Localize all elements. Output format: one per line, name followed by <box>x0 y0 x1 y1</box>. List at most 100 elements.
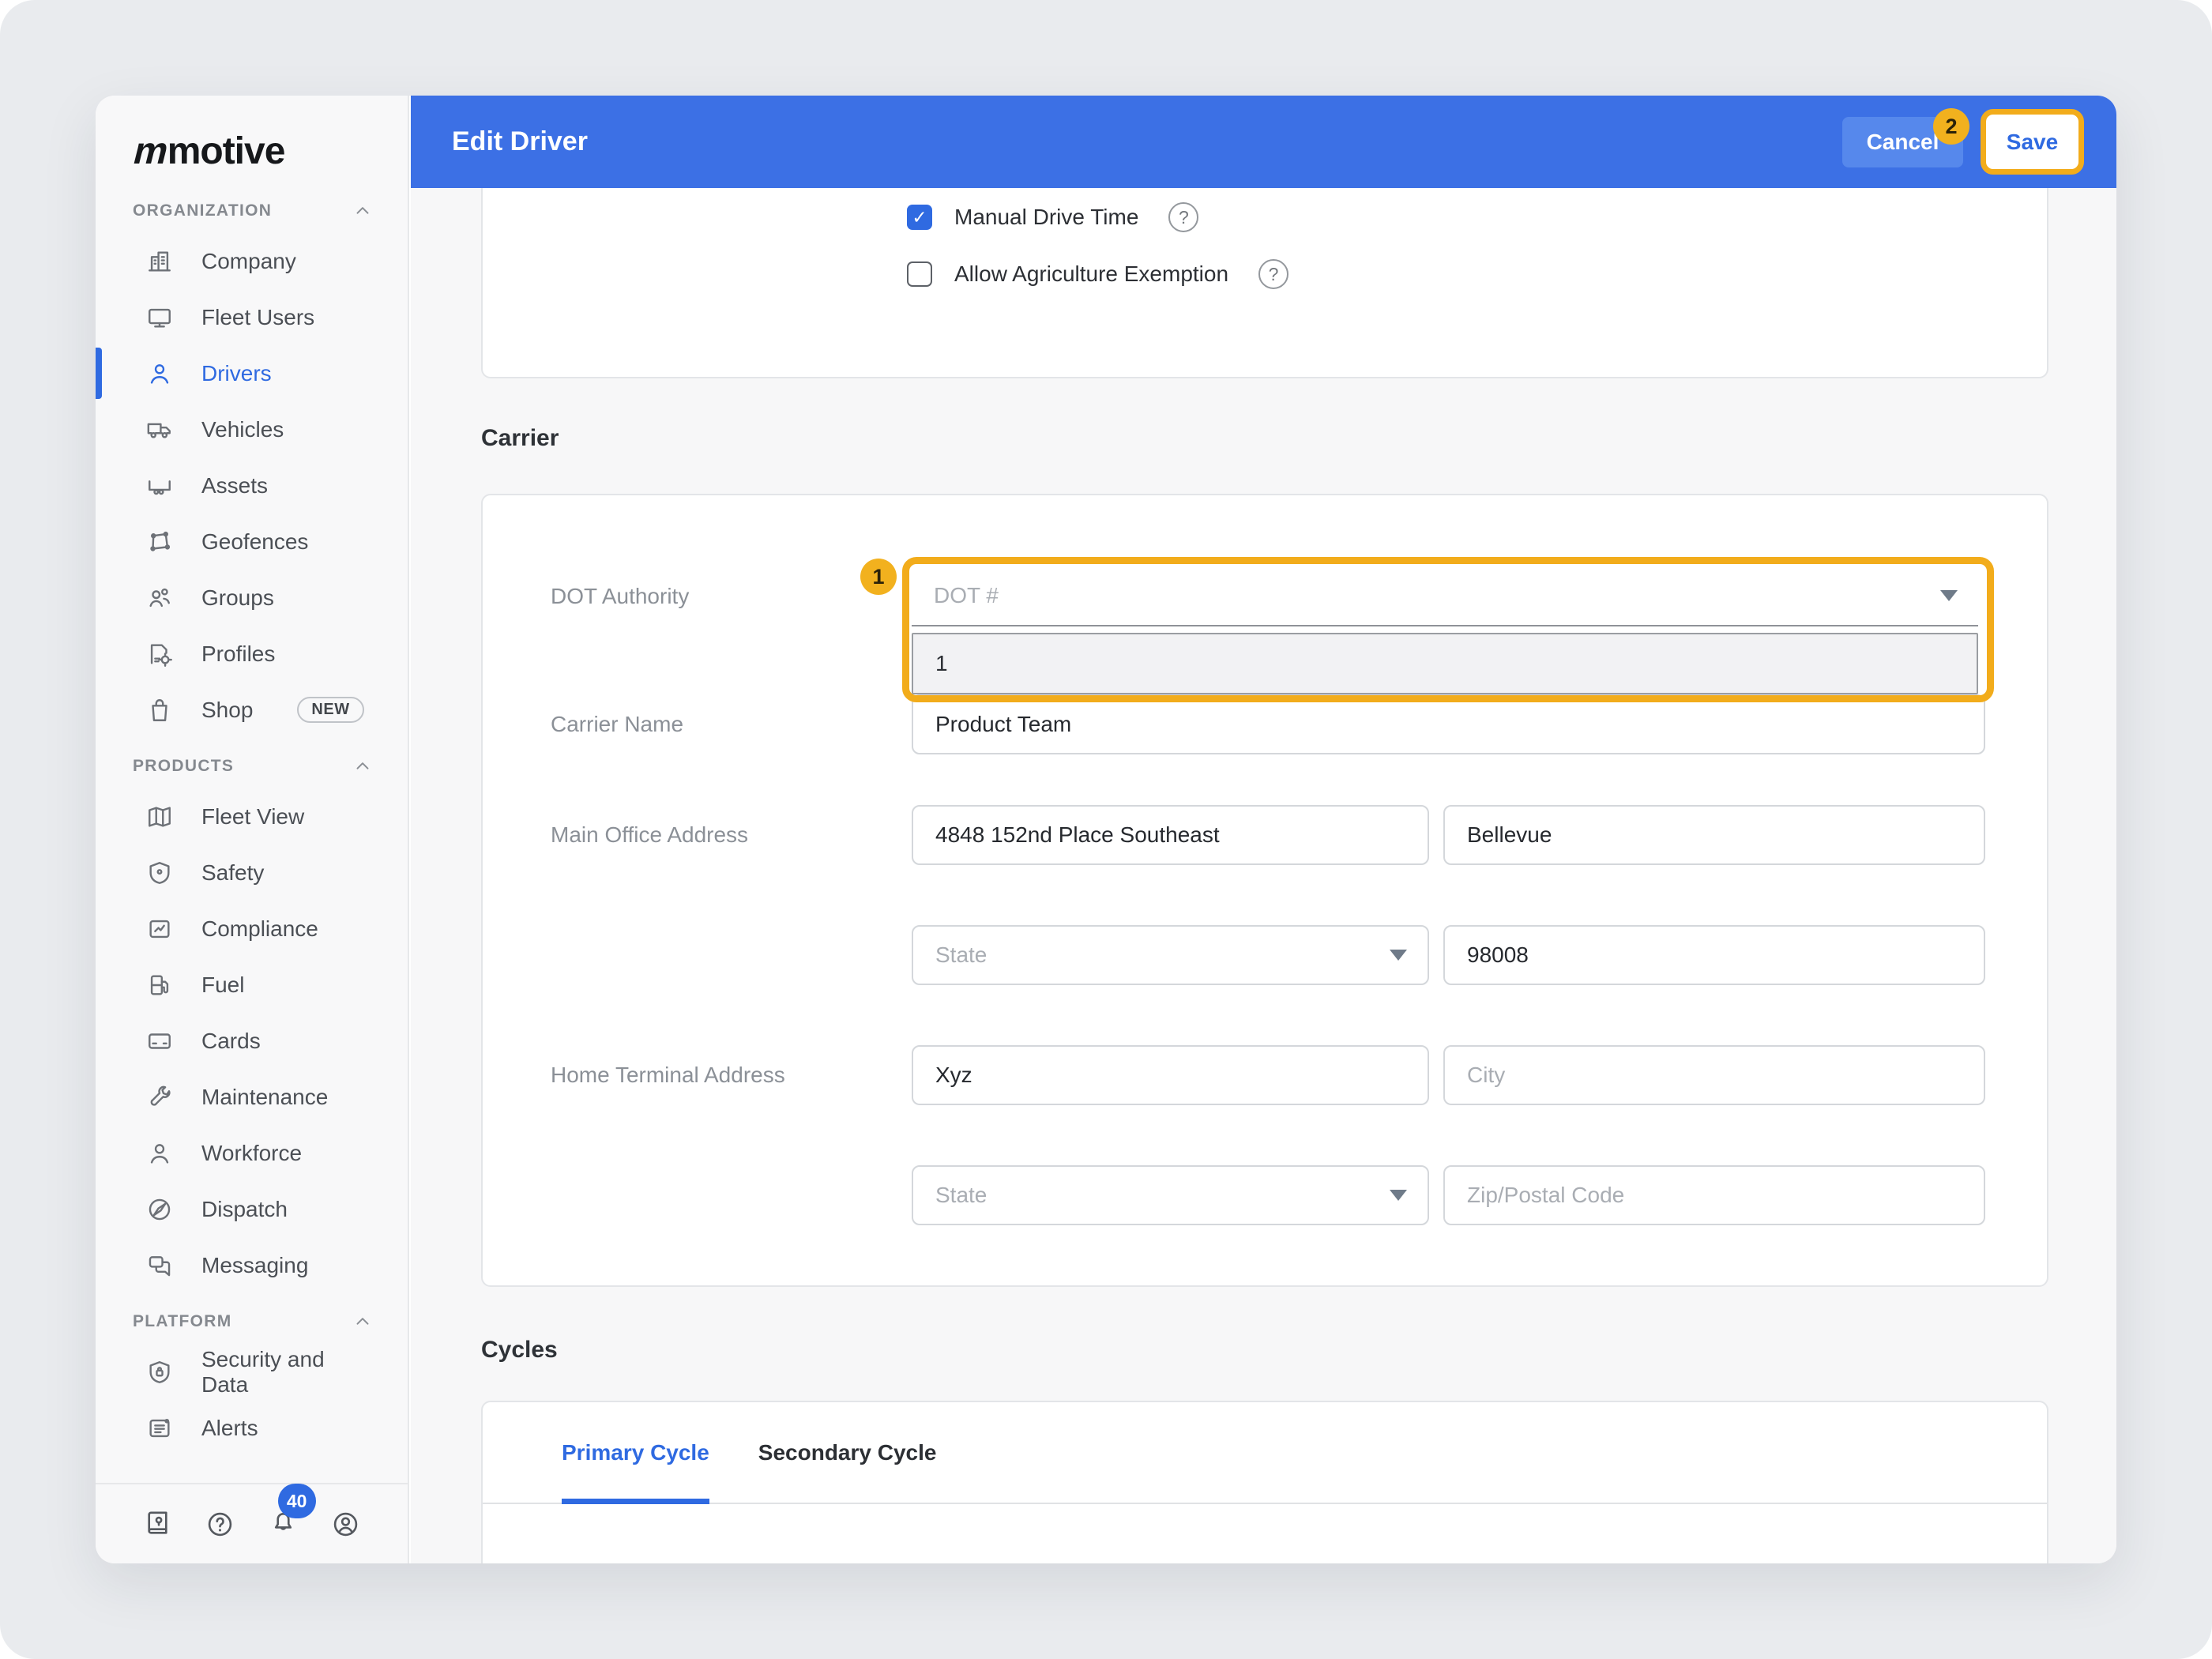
carrier-section-heading: Carrier <box>481 425 559 452</box>
sidebar-item-fuel[interactable]: Fuel <box>96 957 408 1013</box>
driver-icon <box>146 360 173 387</box>
home-terminal-street-field[interactable]: Xyz <box>912 1045 1429 1105</box>
sidebar-item-label: Workforce <box>201 1141 302 1166</box>
sidebar-item-label: Geofences <box>201 529 308 555</box>
sidebar-item-label: Maintenance <box>201 1085 328 1110</box>
sidebar-item-groups[interactable]: Groups <box>96 570 408 626</box>
cycles-tabbar: Primary Cycle Secondary Cycle <box>483 1402 2047 1504</box>
hos-settings-card: ✓ Manual Drive Time ? Allow Agriculture … <box>481 188 2048 378</box>
sidebar-section-platform: PLATFORM <box>96 1300 408 1344</box>
annotation-step-2-badge: 2 <box>1933 108 1969 145</box>
main-area: Edit Driver Cancel 2 Save ✓ Manual Drive… <box>411 96 2116 1563</box>
alerts-icon <box>146 1415 173 1442</box>
manual-drive-time-checkbox[interactable]: ✓ <box>907 205 932 230</box>
home-terminal-state-select[interactable]: State <box>912 1165 1429 1225</box>
sidebar-item-vehicles[interactable]: Vehicles <box>96 401 408 457</box>
sidebar-item-fleet-users[interactable]: Fleet Users <box>96 289 408 345</box>
sidebar-item-label: Security and Data <box>201 1347 376 1398</box>
dot-number-option-1[interactable]: 1 <box>912 633 1978 694</box>
guide-book-icon[interactable] <box>143 1510 172 1539</box>
annotation-step-1-badge: 1 <box>860 559 897 595</box>
logo-m-glyph: m <box>129 129 173 175</box>
monitor-icon <box>146 304 173 331</box>
chevron-up-icon[interactable] <box>352 1311 373 1332</box>
map-icon <box>146 803 173 830</box>
sidebar-item-label: Fuel <box>201 972 244 998</box>
main-office-city-field[interactable]: Bellevue <box>1443 805 1985 865</box>
help-icon[interactable]: ? <box>1168 202 1198 232</box>
agriculture-exemption-row: Allow Agriculture Exemption ? <box>907 259 1288 289</box>
home-terminal-address-label: Home Terminal Address <box>551 1062 785 1089</box>
sidebar-item-security-and-data[interactable]: Security and Data <box>96 1344 408 1400</box>
trailer-icon <box>146 472 173 499</box>
home-terminal-zip-field[interactable]: Zip/Postal Code <box>1443 1165 1985 1225</box>
main-office-zip-field[interactable]: 98008 <box>1443 925 1985 985</box>
compliance-icon <box>146 916 173 942</box>
notification-count-badge: 40 <box>278 1484 316 1518</box>
sidebar-item-cards[interactable]: Cards <box>96 1013 408 1069</box>
motive-logo[interactable]: mmotive <box>96 96 408 175</box>
sidebar-item-label: Dispatch <box>201 1197 288 1222</box>
sidebar-item-company[interactable]: Company <box>96 233 408 289</box>
check-icon: ✓ <box>912 207 927 228</box>
manual-drive-time-label: Manual Drive Time <box>954 205 1138 230</box>
edit-driver-header: Edit Driver Cancel 2 Save <box>411 96 2116 188</box>
fuel-icon <box>146 972 173 999</box>
section-label: ORGANIZATION <box>133 201 272 220</box>
shield-lock-icon <box>146 1359 173 1386</box>
chevron-up-icon[interactable] <box>352 201 373 221</box>
sidebar-item-label: Assets <box>201 473 268 498</box>
manual-drive-time-row: ✓ Manual Drive Time ? <box>907 202 1198 232</box>
sidebar-section-organization: ORGANIZATION <box>96 189 408 233</box>
sidebar-item-dispatch[interactable]: Dispatch <box>96 1181 408 1237</box>
card-icon <box>146 1028 173 1055</box>
chevron-down-icon <box>1940 590 1958 601</box>
sidebar-item-shop[interactable]: Shop NEW <box>96 682 408 738</box>
chevron-down-icon <box>1390 1190 1407 1201</box>
sidebar-item-label: Fleet Users <box>201 305 314 330</box>
help-icon[interactable]: ? <box>1258 259 1288 289</box>
app-window: mmotive ORGANIZATION Company Fleet Users… <box>96 96 2116 1563</box>
sidebar-item-compliance[interactable]: Compliance <box>96 901 408 957</box>
page-title: Edit Driver <box>452 96 588 188</box>
agriculture-exemption-checkbox[interactable] <box>907 261 932 287</box>
sidebar-item-drivers[interactable]: Drivers <box>96 345 408 401</box>
notifications-bell[interactable]: 40 <box>269 1507 298 1540</box>
tab-primary-cycle[interactable]: Primary Cycle <box>562 1402 709 1503</box>
sidebar-item-label: Groups <box>201 585 274 611</box>
sidebar-item-safety[interactable]: Safety <box>96 845 408 901</box>
sidebar-item-alerts[interactable]: Alerts <box>96 1400 408 1456</box>
carrier-name-label: Carrier Name <box>551 711 683 738</box>
save-button[interactable]: Save <box>1981 109 2084 175</box>
wrench-icon <box>146 1084 173 1111</box>
shield-icon <box>146 860 173 886</box>
main-office-street-field[interactable]: 4848 152nd Place Southeast <box>912 805 1429 865</box>
edit-driver-form: ✓ Manual Drive Time ? Allow Agriculture … <box>411 188 2116 1563</box>
sidebar-item-maintenance[interactable]: Maintenance <box>96 1069 408 1125</box>
sidebar-item-label: Compliance <box>201 916 318 942</box>
tab-secondary-cycle[interactable]: Secondary Cycle <box>758 1402 937 1503</box>
chevron-down-icon <box>1390 950 1407 961</box>
account-icon[interactable] <box>331 1510 360 1539</box>
dot-authority-label: DOT Authority <box>551 583 689 610</box>
sidebar-item-profiles[interactable]: Profiles <box>96 626 408 682</box>
cycles-section-heading: Cycles <box>481 1337 558 1364</box>
help-icon[interactable] <box>205 1510 235 1539</box>
carrier-name-field[interactable]: Product Team <box>912 694 1985 754</box>
dot-number-select[interactable]: DOT # <box>912 566 1978 626</box>
home-terminal-city-field[interactable]: City <box>1443 1045 1985 1105</box>
sidebar-item-workforce[interactable]: Workforce <box>96 1125 408 1181</box>
profile-settings-icon <box>146 641 173 668</box>
sidebar: mmotive ORGANIZATION Company Fleet Users… <box>96 96 409 1563</box>
sidebar-item-assets[interactable]: Assets <box>96 457 408 514</box>
messaging-icon <box>146 1252 173 1279</box>
person-icon <box>146 1140 173 1167</box>
main-office-state-select[interactable]: State <box>912 925 1429 985</box>
section-label: PRODUCTS <box>133 757 234 776</box>
sidebar-section-products: PRODUCTS <box>96 744 408 788</box>
sidebar-item-geofences[interactable]: Geofences <box>96 514 408 570</box>
sidebar-item-fleet-view[interactable]: Fleet View <box>96 788 408 845</box>
sidebar-item-messaging[interactable]: Messaging <box>96 1237 408 1293</box>
chevron-up-icon[interactable] <box>352 756 373 777</box>
sidebar-item-label: Profiles <box>201 641 275 667</box>
